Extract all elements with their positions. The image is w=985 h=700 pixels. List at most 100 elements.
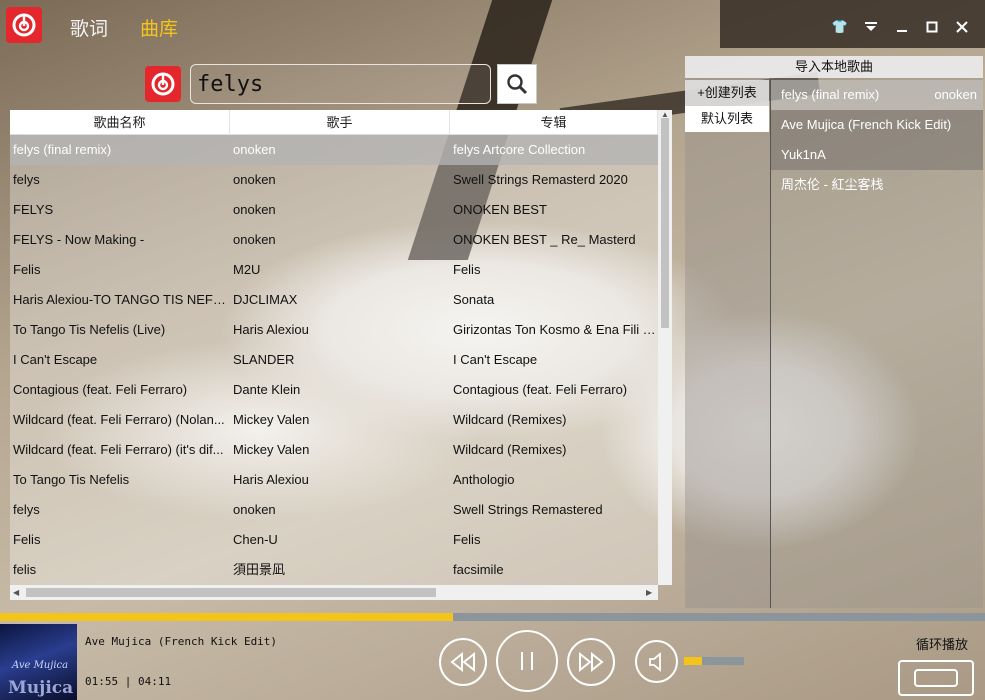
table-row[interactable]: To Tango Tis Nefelis (Live) Haris Alexiou… — [10, 315, 658, 345]
song-title-cell: Felis — [13, 532, 41, 547]
song-title-cell: felys (final remix) — [13, 142, 112, 157]
cover-text: Ave Mujica — [12, 660, 69, 671]
scroll-right-icon[interactable]: ▶ — [646, 588, 652, 597]
table-row[interactable]: Wildcard (feat. Feli Ferraro) (it's dif.… — [10, 435, 658, 465]
playlist-sidebar: +创建列表 默认列表 — [685, 78, 771, 608]
artist-cell: Chen-U — [233, 532, 278, 547]
playlist-song-item[interactable]: felys (final remix) onoken — [771, 80, 983, 110]
song-title-cell: FELYS - Now Making - — [13, 232, 145, 247]
album-cell: Anthologio — [453, 472, 515, 487]
volume-button[interactable] — [635, 640, 678, 683]
table-row[interactable]: I Can't Escape SLANDER I Can't Escape — [10, 345, 658, 375]
album-cell: felys Artcore Collection — [453, 142, 586, 157]
table-row[interactable]: FELYS onoken ONOKEN BEST — [10, 195, 658, 225]
album-cell: Sonata — [453, 292, 495, 307]
app-logo — [6, 7, 42, 43]
scroll-thumb[interactable] — [26, 588, 436, 597]
netease-music-icon — [12, 13, 36, 37]
previous-button[interactable] — [439, 638, 487, 686]
table-row[interactable]: felys (final remix) onoken felys Artcore C… — [10, 135, 658, 165]
pause-button[interactable] — [496, 630, 558, 692]
artist-cell: onoken — [233, 502, 276, 517]
close-button[interactable] — [951, 16, 973, 38]
playback-progress-bar[interactable] — [0, 613, 985, 621]
artist-cell: onoken — [233, 142, 276, 157]
search-input[interactable] — [190, 64, 491, 104]
next-button[interactable] — [567, 638, 615, 686]
album-cover: Ave Mujica Mujica — [0, 624, 77, 700]
album-cell: Swell Strings Remastered — [453, 502, 603, 517]
search-button[interactable] — [497, 64, 537, 104]
results-table: 歌曲名称 歌手 专辑 felys (final remix) onoken fely… — [10, 110, 672, 600]
mini-mode-button[interactable] — [898, 660, 974, 696]
progress-fill — [0, 613, 454, 621]
artist-cell: Dante Klein — [233, 382, 301, 397]
column-header-album[interactable]: 专辑 — [450, 110, 658, 135]
song-artist: onoken — [934, 87, 977, 102]
album-cell: Felis — [453, 532, 481, 547]
scroll-left-icon[interactable]: ◀ — [13, 588, 19, 597]
default-playlist-tab[interactable]: 默认列表 — [685, 106, 769, 132]
album-cell: Wildcard (Remixes) — [453, 442, 567, 457]
vertical-scrollbar[interactable]: ▲ — [658, 110, 672, 585]
artist-cell: Mickey Valen — [233, 412, 310, 427]
artist-cell: SLANDER — [233, 352, 295, 367]
table-row[interactable]: Contagious (feat. Feli Ferraro) Dante Kle… — [10, 375, 658, 405]
fast-forward-icon — [579, 652, 604, 672]
table-row[interactable]: FELYS - Now Making - onoken ONOKEN BEST _ … — [10, 225, 658, 255]
album-cell: Contagious (feat. Feli Ferraro) — [453, 382, 628, 397]
song-title: Yuk1nA — [781, 147, 826, 162]
maximize-icon — [926, 21, 938, 33]
album-cell: I Can't Escape — [453, 352, 538, 367]
album-cell: ONOKEN BEST _ Re_ Masterd — [453, 232, 636, 247]
table-row[interactable]: felys onoken Swell Strings Remasterd 2020 — [10, 165, 658, 195]
scroll-thumb[interactable] — [661, 118, 669, 328]
album-cell: ONOKEN BEST — [453, 202, 547, 217]
artist-cell: Haris Alexiou — [233, 322, 309, 337]
table-row[interactable]: felis 須田景凪 facsimile — [10, 555, 658, 585]
menu-button[interactable] — [860, 16, 882, 38]
table-row[interactable]: felys onoken Swell Strings Remastered — [10, 495, 658, 525]
playlist-songs: felys (final remix) onoken Ave Mujica (F… — [771, 78, 983, 608]
table-row[interactable]: Haris Alexiou-TO TANGO TIS NEFE... DJCLIM… — [10, 285, 658, 315]
volume-fill — [684, 657, 702, 665]
close-icon — [956, 21, 968, 33]
speaker-icon — [648, 651, 661, 672]
table-header: 歌曲名称 歌手 专辑 — [10, 110, 658, 135]
playlist-song-item[interactable]: Yuk1nA — [771, 140, 983, 170]
minimize-button[interactable] — [891, 16, 913, 38]
column-header-title[interactable]: 歌曲名称 — [10, 110, 230, 135]
now-playing-title: Ave Mujica (French Kick Edit) — [85, 635, 278, 648]
pause-icon — [521, 652, 533, 670]
loop-mode-toggle[interactable]: 循环播放 — [916, 634, 968, 653]
song-title-cell: Wildcard (feat. Feli Ferraro) (Nolan... — [13, 412, 225, 427]
song-title-cell: Felis — [13, 262, 41, 277]
song-title-cell: I Can't Escape — [13, 352, 98, 367]
skin-button[interactable]: 👕 — [829, 16, 851, 38]
cover-text: Mujica — [8, 678, 74, 698]
song-title-cell: felys — [13, 172, 40, 187]
playlist-song-item[interactable]: Ave Mujica (French Kick Edit) — [771, 110, 983, 140]
song-title-cell: Wildcard (feat. Feli Ferraro) (it's dif.… — [13, 442, 224, 457]
maximize-button[interactable] — [921, 16, 943, 38]
table-row[interactable]: Felis M2U Felis — [10, 255, 658, 285]
artist-cell: onoken — [233, 232, 276, 247]
artist-cell: onoken — [233, 202, 276, 217]
search-source-logo[interactable] — [145, 66, 181, 102]
create-playlist-button[interactable]: +创建列表 — [685, 80, 769, 106]
table-row[interactable]: Wildcard (feat. Feli Ferraro) (Nolan... M… — [10, 405, 658, 435]
playlist-song-item[interactable]: 周杰伦 - 紅尘客栈 — [771, 170, 983, 200]
total-time: 04:11 — [138, 675, 172, 688]
horizontal-scrollbar[interactable]: ◀ ▶ — [10, 585, 658, 600]
import-local-songs-button[interactable]: 导入本地歌曲 — [685, 56, 983, 78]
table-row[interactable]: To Tango Tis Nefelis Haris Alexiou Antholo… — [10, 465, 658, 495]
album-cell: Swell Strings Remasterd 2020 — [453, 172, 628, 187]
table-row[interactable]: Felis Chen-U Felis — [10, 525, 658, 555]
volume-slider[interactable] — [684, 657, 744, 665]
song-title-cell: FELYS — [13, 202, 54, 217]
album-cell: Felis — [453, 262, 481, 277]
column-header-artist[interactable]: 歌手 — [230, 110, 450, 135]
tab-lyrics[interactable]: 歌词 — [70, 14, 108, 41]
search-icon — [507, 74, 528, 95]
tab-library[interactable]: 曲库 — [140, 14, 178, 41]
